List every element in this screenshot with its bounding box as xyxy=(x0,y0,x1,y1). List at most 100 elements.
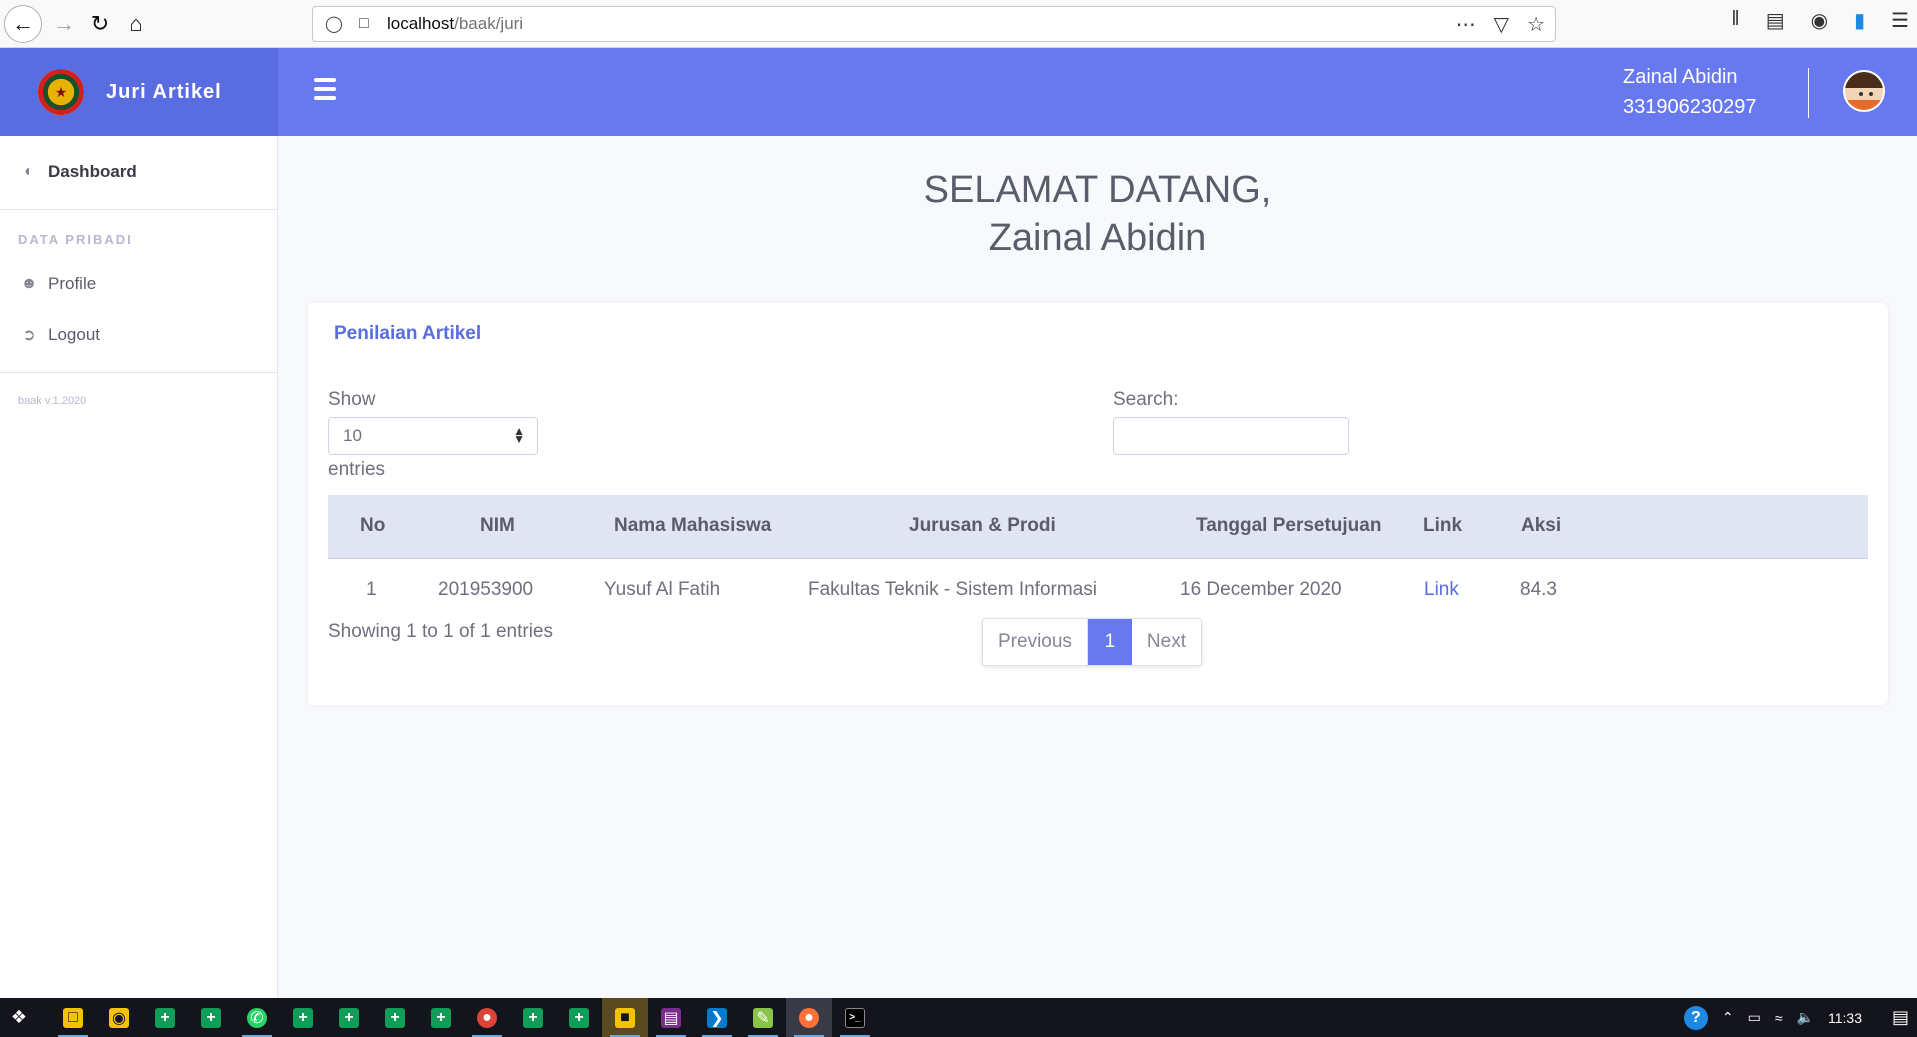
column-header-tanggal[interactable]: Tanggal Persetujuan xyxy=(1196,515,1381,537)
vscode-icon[interactable]: ❯ xyxy=(694,998,740,1037)
show-label: Show xyxy=(328,389,376,410)
app-plus-icon[interactable]: + xyxy=(556,998,602,1037)
whatsapp-icon[interactable]: ✆ xyxy=(234,998,280,1037)
topbar-divider xyxy=(1808,68,1809,118)
app-plus-icon[interactable]: + xyxy=(280,998,326,1037)
extension-icon[interactable]: ▮ xyxy=(1854,8,1865,33)
browser-toolbar: ← → ↻ ⌂ ◯ □ localhost/baak/juri ⋯ ▽ ☆ ‖ … xyxy=(0,0,1917,48)
entries-select[interactable]: 10 ▲ ▼ xyxy=(328,417,538,455)
app-plus-icon[interactable]: + xyxy=(418,998,464,1037)
app-plus-icon[interactable]: + xyxy=(372,998,418,1037)
sidebar-item-dashboard[interactable]: ◐ Dashboard xyxy=(18,162,137,182)
user-info[interactable]: Zainal Abidin 331906230297 xyxy=(1623,62,1756,122)
article-link[interactable]: Link xyxy=(1424,579,1459,601)
page-icon: □ xyxy=(359,15,369,32)
sidebar-brand[interactable]: ★ Juri Artikel xyxy=(0,48,278,136)
app-plus-icon[interactable]: + xyxy=(510,998,556,1037)
wifi-icon[interactable]: ≈ xyxy=(1775,1010,1783,1026)
card-title: Penilaian Artikel xyxy=(334,323,482,344)
table-header: No NIM Nama Mahasiswa Jurusan & Prodi Ta… xyxy=(328,495,1868,559)
notepad-plus-icon[interactable]: ✎ xyxy=(740,998,786,1037)
help-icon[interactable]: ? xyxy=(1683,1005,1708,1030)
next-page-button[interactable]: Next xyxy=(1131,619,1201,665)
app-plus-icon[interactable]: + xyxy=(142,998,188,1037)
avatar[interactable] xyxy=(1843,70,1885,112)
sort-caret-icon: ▲ ▼ xyxy=(513,424,525,446)
column-header-nim[interactable]: NIM xyxy=(480,515,515,537)
menu-icon[interactable]: ☰ xyxy=(1891,8,1909,33)
notes-icon[interactable]: ◉ xyxy=(96,998,142,1037)
library-icon[interactable]: ‖ xyxy=(1731,8,1739,33)
user-name: Zainal Abidin xyxy=(1623,66,1738,88)
column-header-jurusan[interactable]: Jurusan & Prodi xyxy=(909,515,1056,537)
table-info: Showing 1 to 1 of 1 entries xyxy=(328,621,553,642)
table-row: 1 201953900 Yusuf Al Fatih Fakultas Tekn… xyxy=(328,559,1868,623)
winrar-icon[interactable]: ▤ xyxy=(648,998,694,1037)
user-icon: ☻ xyxy=(20,275,38,292)
welcome-heading: SELAMAT DATANG, Zainal Abidin xyxy=(278,166,1917,262)
sidebar-item-profile[interactable]: ☻ Profile xyxy=(18,274,97,294)
column-header-no[interactable]: No xyxy=(360,515,385,537)
pagination: Previous 1 Next xyxy=(982,618,1202,666)
sidebar: ◐ Dashboard DATA PRIBADI ☻ Profile ➲ Log… xyxy=(0,136,278,998)
entries-value: 10 xyxy=(343,426,362,445)
dashboard-icon: ◐ xyxy=(24,163,34,180)
cell-tanggal: 16 December 2020 xyxy=(1180,579,1342,600)
windows-taskbar: ❖ □ ◉ + + ✆ + + + + ● + + ■ ▤ ❯ ✎ ● >_ ?… xyxy=(0,998,1917,1037)
cell-jurusan: Fakultas Teknik - Sistem Informasi xyxy=(808,579,1097,600)
notifications-icon[interactable]: ▤ xyxy=(1892,1007,1909,1028)
topbar: Zainal Abidin 331906230297 xyxy=(278,48,1917,136)
user-id: 331906230297 xyxy=(1623,96,1757,118)
cell-nama: Yusuf Al Fatih xyxy=(604,579,721,600)
welcome-name: Zainal Abidin xyxy=(988,217,1207,259)
volume-icon[interactable]: 🔈 xyxy=(1797,1009,1814,1026)
sidebar-item-label: Profile xyxy=(48,274,97,293)
search-input[interactable] xyxy=(1113,417,1349,455)
sidebar-divider xyxy=(0,209,278,210)
penilaian-card: Penilaian Artikel Show 10 ▲ ▼ entries Sea… xyxy=(308,303,1888,705)
tray-chevron-icon[interactable]: ⌃ xyxy=(1722,1009,1734,1026)
page-actions-icon[interactable]: ⋯ xyxy=(1456,12,1476,37)
sidebar-item-label: Dashboard xyxy=(48,162,137,181)
app-plus-icon[interactable]: + xyxy=(326,998,372,1037)
sidebar-divider xyxy=(0,372,278,373)
battery-icon[interactable]: ▭ xyxy=(1748,1009,1761,1026)
column-header-nama[interactable]: Nama Mahasiswa xyxy=(614,515,771,537)
firefox-icon[interactable]: ● xyxy=(786,998,832,1037)
cell-aksi[interactable]: 84.3 xyxy=(1520,579,1557,601)
sidebar-toggle-icon[interactable]: ▤ xyxy=(1766,8,1785,33)
account-icon[interactable]: ◉ xyxy=(1811,8,1828,33)
cell-nim: 201953900 xyxy=(438,579,534,600)
app-plus-icon[interactable]: + xyxy=(188,998,234,1037)
column-header-link[interactable]: Link xyxy=(1423,515,1462,537)
terminal-icon[interactable]: >_ xyxy=(832,998,878,1037)
forward-icon[interactable]: → xyxy=(46,6,82,42)
sticky-notes-icon[interactable]: ■ xyxy=(602,998,648,1037)
sign-out-icon: ➲ xyxy=(22,327,36,344)
sidebar-item-label: Logout xyxy=(48,325,100,344)
search-label: Search: xyxy=(1113,389,1179,410)
reload-icon[interactable]: ↻ xyxy=(82,6,118,42)
bookmark-star-icon[interactable]: ☆ xyxy=(1527,12,1545,37)
windows-start-icon[interactable]: ❖ xyxy=(0,998,38,1037)
chrome-icon[interactable]: ● xyxy=(464,998,510,1037)
sidebar-item-logout[interactable]: ➲ Logout xyxy=(18,325,100,345)
url-text[interactable]: localhost/baak/juri xyxy=(387,14,523,34)
entries-label: entries xyxy=(328,459,386,480)
pocket-icon[interactable]: ▽ xyxy=(1494,12,1509,37)
previous-page-button[interactable]: Previous xyxy=(983,619,1088,665)
column-header-aksi[interactable]: Aksi xyxy=(1521,515,1561,537)
address-bar[interactable]: ◯ □ localhost/baak/juri ⋯ ▽ ☆ xyxy=(312,6,1556,42)
sidebar-heading: DATA PRIBADI xyxy=(18,232,133,247)
brand-title: Juri Artikel xyxy=(106,80,222,103)
page-1-button[interactable]: 1 xyxy=(1087,619,1132,665)
sidebar-toggle-button[interactable] xyxy=(314,78,336,106)
version-text: baak v.1.2020 xyxy=(18,395,87,407)
home-icon[interactable]: ⌂ xyxy=(118,6,154,42)
university-logo: ★ xyxy=(38,69,84,115)
file-explorer-icon[interactable]: □ xyxy=(50,998,96,1037)
welcome-line: SELAMAT DATANG, xyxy=(923,169,1272,211)
back-icon[interactable]: ← xyxy=(4,4,42,43)
clock-time[interactable]: 11:33 xyxy=(1828,1010,1862,1026)
shield-icon[interactable]: ◯ xyxy=(323,14,345,34)
